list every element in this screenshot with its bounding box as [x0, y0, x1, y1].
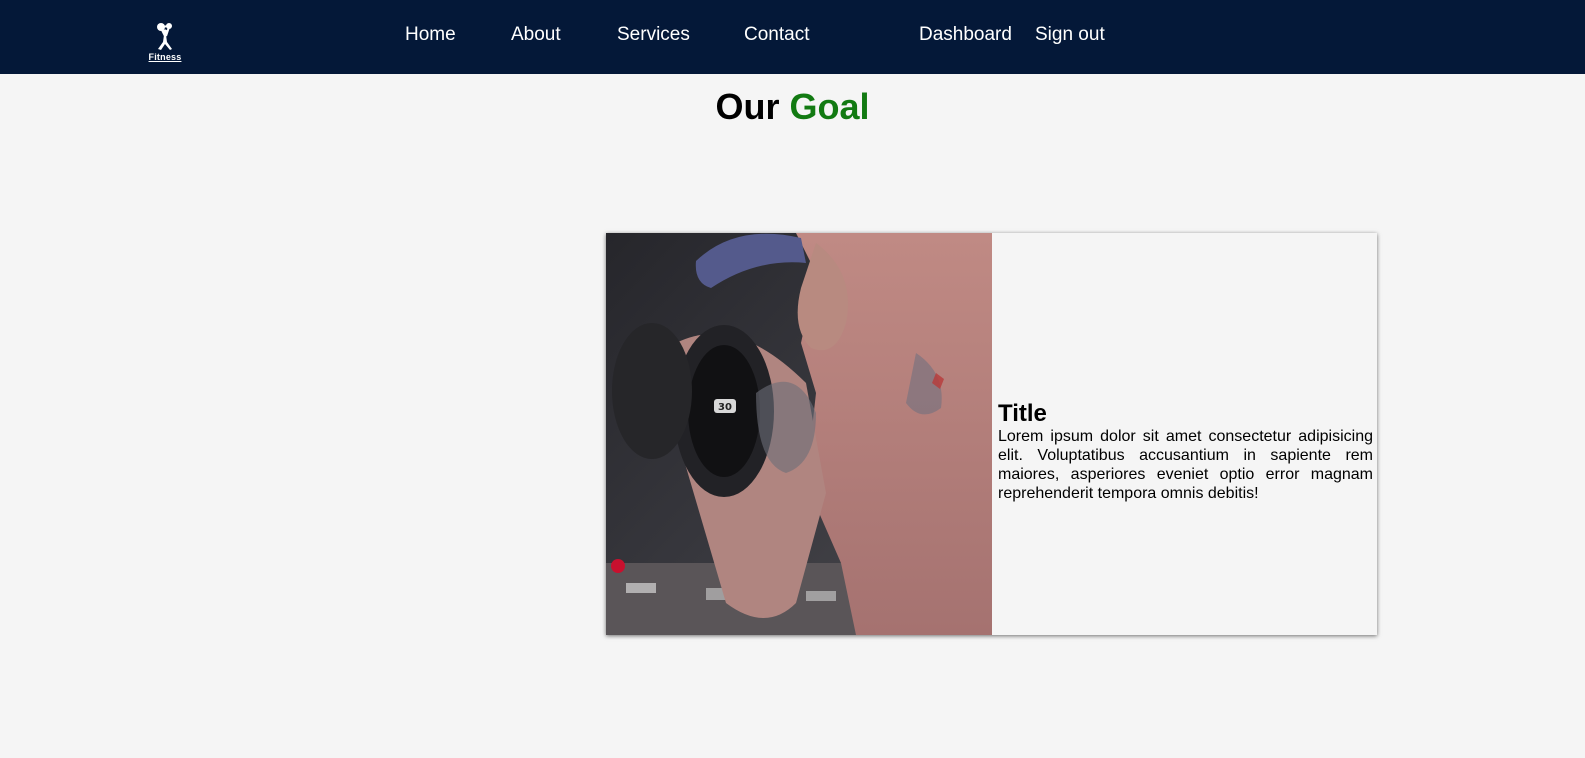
nav-link-contact[interactable]: Contact	[744, 24, 809, 46]
heading-our: Our	[715, 86, 780, 127]
navbar: Fitness Home About Services Contact Dash…	[0, 0, 1585, 74]
man-lifting-dumbbell-photo: 30	[606, 233, 992, 635]
card-title: Title	[998, 400, 1047, 427]
nav-link-about[interactable]: About	[511, 24, 561, 46]
card-text: Lorem ipsum dolor sit amet consectetur a…	[998, 428, 1373, 502]
nav-link-home[interactable]: Home	[405, 24, 456, 46]
card-image: 30	[606, 233, 992, 635]
page-heading: Our Goal	[0, 86, 1585, 128]
nav-link-services[interactable]: Services	[617, 24, 690, 46]
dumbbell-weight-label: 30	[718, 402, 732, 413]
heading-goal: Goal	[789, 86, 870, 127]
nav-link-sign-out[interactable]: Sign out	[1035, 24, 1105, 46]
goal-card: 30 Title Lorem ipsum dolor sit amet cons…	[606, 233, 1377, 635]
fitness-logo[interactable]: Fitness	[146, 22, 184, 66]
card-body: Title Lorem ipsum dolor sit amet consect…	[992, 233, 1377, 635]
weightlifter-icon	[157, 23, 172, 50]
logo-text: Fitness	[148, 52, 182, 62]
nav-link-dashboard[interactable]: Dashboard	[919, 24, 1012, 46]
